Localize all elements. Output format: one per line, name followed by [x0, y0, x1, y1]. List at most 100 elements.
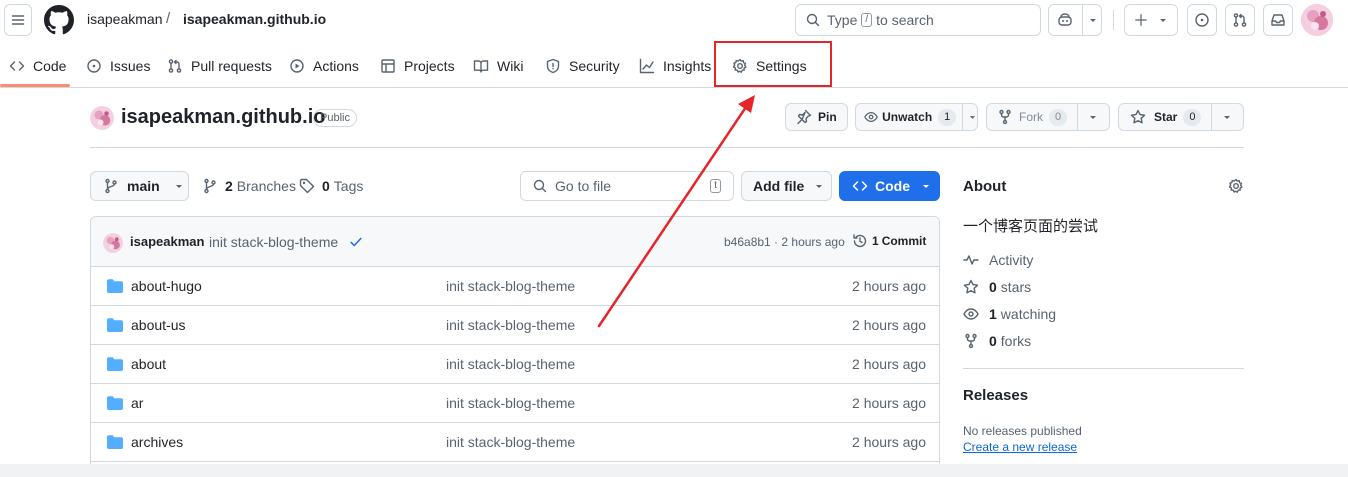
fork-button[interactable]: Fork 0	[986, 103, 1110, 131]
repo-nav: Code Issues Pull requests Actions Projec…	[0, 44, 1348, 88]
avatar-image	[103, 233, 123, 253]
file-name[interactable]: archives	[131, 434, 183, 450]
file-commit-message[interactable]: init stack-blog-theme	[446, 434, 575, 450]
tags-count: 0	[322, 178, 330, 194]
code-icon	[9, 61, 25, 71]
table-row[interactable]: about-hugo init stack-blog-theme 2 hours…	[91, 267, 939, 306]
add-file-button[interactable]: Add file	[741, 171, 832, 201]
releases-heading[interactable]: Releases	[963, 387, 1028, 404]
activity-label: Activity	[989, 252, 1034, 268]
search-shortcut-key: /	[861, 13, 873, 27]
forks-link[interactable]: 0 forks	[963, 333, 1031, 349]
search-suffix: to search	[876, 12, 934, 28]
branches-link[interactable]: 2 Branches	[202, 178, 296, 194]
go-to-file-shortcut: t	[710, 179, 721, 193]
tab-issues[interactable]: Issues	[86, 44, 150, 88]
table-row[interactable]: about init stack-blog-theme 2 hours ago	[91, 345, 939, 384]
pin-label: Pin	[818, 110, 837, 124]
star-label: Star	[1154, 110, 1178, 124]
folder-icon	[107, 357, 123, 371]
gear-icon[interactable]	[1228, 178, 1244, 194]
commit-author-avatar[interactable]	[103, 233, 123, 253]
user-avatar[interactable]	[1301, 4, 1333, 36]
unwatch-label: Unwatch	[882, 110, 933, 124]
file-age: 2 hours ago	[852, 356, 926, 372]
pull-request-icon	[168, 59, 182, 73]
branches-label: Branches	[236, 178, 296, 194]
tab-security[interactable]: Security	[545, 44, 620, 88]
tab-projects[interactable]: Projects	[380, 44, 455, 88]
fork-label: Fork	[1019, 110, 1043, 124]
create-new-button[interactable]	[1124, 4, 1178, 36]
file-name[interactable]: about	[131, 356, 166, 372]
star-counter: 0	[1183, 108, 1202, 126]
github-mark-icon	[44, 5, 74, 35]
file-name[interactable]: about-us	[131, 317, 185, 333]
commit-hash-time[interactable]: b46a8b1 · 2 hours ago	[724, 235, 845, 249]
fork-icon	[965, 333, 977, 349]
commits-label: Commit	[881, 234, 927, 248]
repo-avatar	[90, 106, 114, 130]
github-logo[interactable]	[44, 5, 74, 35]
file-age: 2 hours ago	[852, 395, 926, 411]
branch-icon	[204, 178, 216, 194]
stars-link[interactable]: 0 stars	[963, 279, 1031, 295]
owner-link[interactable]: isapeakman	[87, 11, 163, 27]
active-tab-indicator	[0, 84, 70, 87]
tab-actions[interactable]: Actions	[289, 44, 359, 88]
inbox-icon	[1271, 14, 1285, 26]
code-button[interactable]: Code	[839, 171, 940, 201]
chevron-down-icon	[1224, 116, 1231, 119]
commits-count: 1	[872, 234, 879, 248]
tags-link[interactable]: 0 Tags	[299, 178, 363, 194]
file-commit-message[interactable]: init stack-blog-theme	[446, 317, 575, 333]
search-icon	[533, 179, 547, 193]
unwatch-button[interactable]: Unwatch 1	[855, 103, 978, 131]
create-release-link[interactable]: Create a new release	[963, 440, 1077, 454]
forks-label: forks	[1000, 333, 1032, 349]
folder-icon	[107, 318, 123, 332]
table-row[interactable]: about-us init stack-blog-theme 2 hours a…	[91, 306, 939, 345]
tab-wiki[interactable]: Wiki	[473, 44, 523, 88]
tab-label: Actions	[313, 58, 359, 74]
check-icon[interactable]	[349, 235, 363, 249]
breadcrumb-separator: /	[166, 10, 171, 27]
copilot-button[interactable]	[1048, 4, 1102, 36]
issues-button[interactable]	[1187, 4, 1217, 36]
chevron-down-icon	[923, 185, 929, 188]
tab-code[interactable]: Code	[9, 44, 66, 88]
inbox-button[interactable]	[1263, 4, 1293, 36]
table-row[interactable]: ar init stack-blog-theme 2 hours ago	[91, 384, 939, 423]
tab-pull-requests[interactable]: Pull requests	[167, 44, 272, 88]
commit-message[interactable]: init stack-blog-theme	[209, 234, 338, 250]
pull-requests-button[interactable]	[1225, 4, 1255, 36]
latest-commit-row: isapeakman init stack-blog-theme b46a8b1…	[91, 217, 939, 267]
file-name[interactable]: about-hugo	[131, 278, 202, 294]
search-icon	[806, 13, 820, 27]
tab-label: Pull requests	[191, 58, 272, 74]
title-divider	[90, 147, 1244, 148]
commit-author[interactable]: isapeakman	[130, 234, 204, 249]
go-to-file-input[interactable]: Go to file t	[520, 171, 734, 201]
no-releases-text: No releases published	[963, 424, 1082, 438]
forks-count: 0	[989, 333, 997, 349]
file-name[interactable]: ar	[131, 395, 143, 411]
commits-link[interactable]: 1 Commit	[852, 233, 926, 249]
repo-link[interactable]: isapeakman.github.io	[183, 11, 326, 27]
repo-description: 一个博客页面的尝试	[963, 218, 1099, 235]
file-commit-message[interactable]: init stack-blog-theme	[446, 356, 575, 372]
table-row[interactable]: archives init stack-blog-theme 2 hours a…	[91, 423, 939, 462]
repo-title[interactable]: isapeakman.github.io	[121, 106, 325, 129]
branch-selector[interactable]: main	[90, 171, 189, 201]
search-input[interactable]: Type / to search	[795, 4, 1041, 36]
file-commit-message[interactable]: init stack-blog-theme	[446, 395, 575, 411]
activity-link[interactable]: Activity	[963, 252, 1033, 268]
star-button[interactable]: Star 0	[1118, 103, 1244, 131]
pin-button[interactable]: Pin	[785, 103, 848, 131]
menu-button[interactable]	[4, 4, 32, 36]
stars-label: stars	[1000, 279, 1032, 295]
file-commit-message[interactable]: init stack-blog-theme	[446, 278, 575, 294]
watching-link[interactable]: 1 watching	[963, 306, 1056, 322]
tab-label: Security	[569, 58, 620, 74]
tab-insights[interactable]: Insights	[639, 44, 711, 88]
